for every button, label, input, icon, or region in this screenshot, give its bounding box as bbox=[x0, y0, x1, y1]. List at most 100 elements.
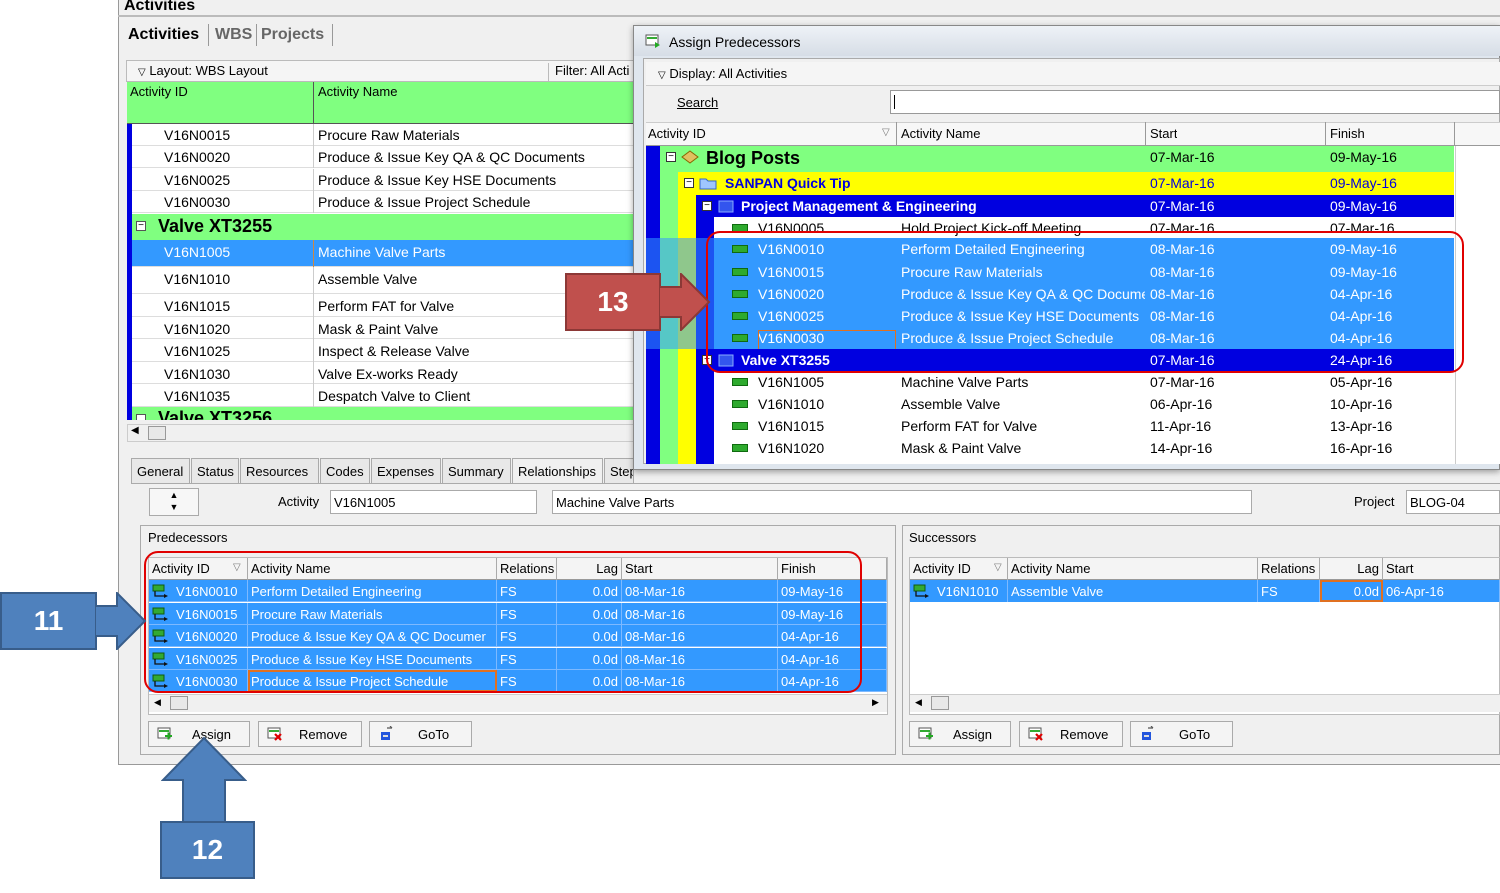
activity-id: V16N1010 bbox=[164, 271, 231, 287]
succ-hscroll[interactable] bbox=[910, 694, 1500, 712]
group-name: Valve XT3255 bbox=[158, 216, 273, 236]
dialog-icon bbox=[645, 33, 661, 49]
scroll-right-icon[interactable]: ▶ bbox=[872, 697, 879, 708]
activity-id: V16N1015 bbox=[758, 418, 825, 434]
finish-date: 09-May-16 bbox=[1330, 175, 1397, 191]
tab-wbs[interactable]: WBS bbox=[215, 26, 252, 44]
collapse-icon[interactable]: − bbox=[702, 201, 712, 211]
tab-expenses[interactable]: Expenses bbox=[371, 458, 441, 484]
tab-activities[interactable]: Activities bbox=[128, 26, 199, 44]
filter-icon[interactable]: ▽ bbox=[882, 127, 890, 138]
collapse-icon[interactable]: − bbox=[684, 178, 694, 188]
callout-13-label: 13 bbox=[597, 286, 629, 317]
finish-date: 09-May-16 bbox=[1330, 149, 1397, 165]
goto-label: GoTo bbox=[1179, 727, 1211, 742]
activity-id-field[interactable]: V16N1005 bbox=[330, 490, 537, 514]
cell-start: 06-Apr-16 bbox=[1383, 580, 1500, 602]
filter-icon[interactable]: ▽ bbox=[994, 562, 1002, 573]
succ-col-header[interactable]: Activity Name bbox=[1008, 558, 1258, 580]
succ-assign-button[interactable]: Assign bbox=[909, 721, 1011, 747]
activity-name: Mask & Paint Valve bbox=[318, 321, 439, 337]
grid-line bbox=[313, 240, 314, 267]
cell-lag: 0.0d bbox=[1320, 580, 1383, 602]
collapse-icon[interactable] bbox=[136, 414, 146, 420]
tab-status[interactable]: Status bbox=[191, 458, 239, 484]
arrow-down-icon[interactable]: ▼ bbox=[170, 502, 179, 512]
scroll-thumb[interactable] bbox=[931, 696, 949, 710]
chevron-down-icon: ▽ bbox=[658, 70, 666, 81]
scroll-left-icon[interactable]: ◀ bbox=[154, 697, 161, 708]
dlg-col-finish[interactable]: Finish bbox=[1330, 126, 1365, 141]
scroll-thumb[interactable] bbox=[170, 696, 188, 710]
filter-label[interactable]: Filter: All Acti bbox=[548, 63, 629, 81]
activity-id: V16N0015 bbox=[164, 127, 231, 143]
remove-icon bbox=[267, 726, 283, 742]
display-dropdown[interactable]: ▽ Display: All Activities bbox=[658, 66, 787, 81]
activity-id: V16N1005 bbox=[164, 244, 231, 260]
activity-bar-icon bbox=[732, 422, 748, 430]
tab-codes[interactable]: Codes bbox=[320, 458, 370, 484]
activity-bar-icon bbox=[732, 400, 748, 408]
search-input[interactable] bbox=[890, 90, 1500, 114]
succ-col-header[interactable]: Start bbox=[1383, 558, 1500, 580]
title-divider bbox=[118, 15, 1500, 17]
tab-projects[interactable]: Projects bbox=[261, 26, 324, 44]
display-label: Display: All Activities bbox=[669, 66, 788, 81]
finish-date: 10-Apr-16 bbox=[1330, 396, 1393, 412]
scroll-thumb[interactable] bbox=[148, 426, 166, 440]
activity-id: V16N1035 bbox=[164, 388, 231, 404]
highlight-predecessors bbox=[144, 551, 862, 693]
col-sep bbox=[313, 82, 314, 124]
pred-hscroll[interactable] bbox=[149, 694, 887, 712]
activity-id: V16N1030 bbox=[164, 366, 231, 382]
activity-name: Procure Raw Materials bbox=[318, 127, 460, 143]
col-activity-name[interactable]: Activity Name bbox=[318, 84, 397, 99]
remove-button[interactable]: Remove bbox=[258, 721, 362, 747]
succ-remove-button[interactable]: Remove bbox=[1019, 721, 1123, 747]
activity-label: Activity bbox=[278, 494, 320, 509]
tab-step[interactable]: Step bbox=[604, 458, 634, 484]
callout-11: 11 bbox=[0, 592, 97, 650]
wbs-icon bbox=[716, 198, 736, 214]
dlg-col-activity-id[interactable]: Activity ID bbox=[648, 126, 706, 141]
activity-name: Assemble Valve bbox=[901, 396, 1001, 412]
tab-resources[interactable]: Resources bbox=[240, 458, 319, 484]
layout-dropdown[interactable]: ▽ Layout: WBS Layout bbox=[138, 63, 268, 78]
collapse-icon[interactable]: − bbox=[666, 152, 676, 162]
start-date: 07-Mar-16 bbox=[1150, 374, 1215, 390]
succ-goto-button[interactable]: GoTo bbox=[1130, 721, 1233, 747]
main-hscroll[interactable] bbox=[127, 424, 637, 442]
scroll-left-icon[interactable]: ◀ bbox=[131, 425, 139, 436]
tab-relationships[interactable]: Relationships bbox=[512, 458, 603, 484]
succ-col-header[interactable]: Relations bbox=[1258, 558, 1320, 580]
tab-sep bbox=[332, 24, 333, 46]
dlg-col-activity-name[interactable]: Activity Name bbox=[901, 126, 980, 141]
project-field[interactable]: BLOG-04 bbox=[1406, 490, 1500, 514]
activity-name: Inspect & Release Valve bbox=[318, 343, 470, 359]
collapse-icon[interactable]: − bbox=[136, 221, 146, 231]
col-activity-id[interactable]: Activity ID bbox=[130, 84, 188, 99]
cell-rel: FS bbox=[1258, 580, 1320, 602]
scroll-left-icon[interactable]: ◀ bbox=[915, 697, 922, 708]
layout-label: Layout: WBS Layout bbox=[149, 63, 268, 78]
activity-id: V16N1020 bbox=[758, 440, 825, 456]
activity-name: Perform FAT for Valve bbox=[901, 418, 1038, 434]
activity-bar-icon bbox=[732, 444, 748, 452]
project-label: Project bbox=[1354, 494, 1395, 509]
grid-line bbox=[313, 384, 314, 407]
goto-icon bbox=[378, 725, 394, 742]
activity-name: Produce & Issue Key HSE Documents bbox=[318, 172, 557, 188]
group-name: Valve XT3256 bbox=[158, 409, 273, 420]
tab-summary[interactable]: Summary bbox=[442, 458, 511, 484]
activity-id: V16N0025 bbox=[164, 172, 231, 188]
arrow-up-icon[interactable]: ▲ bbox=[170, 490, 179, 500]
grid-line bbox=[313, 317, 314, 339]
succ-col-header[interactable]: Lag bbox=[1320, 558, 1383, 580]
dialog-grid-header bbox=[646, 122, 1500, 146]
activity-name-field[interactable]: Machine Valve Parts bbox=[552, 490, 1252, 514]
dlg-col-start[interactable]: Start bbox=[1150, 126, 1177, 141]
activity-id: V16N1010 bbox=[758, 396, 825, 412]
tab-general[interactable]: General bbox=[131, 458, 190, 484]
goto-button[interactable]: GoTo bbox=[369, 721, 472, 747]
nav-spinner[interactable]: ▲ ▼ bbox=[149, 488, 199, 516]
